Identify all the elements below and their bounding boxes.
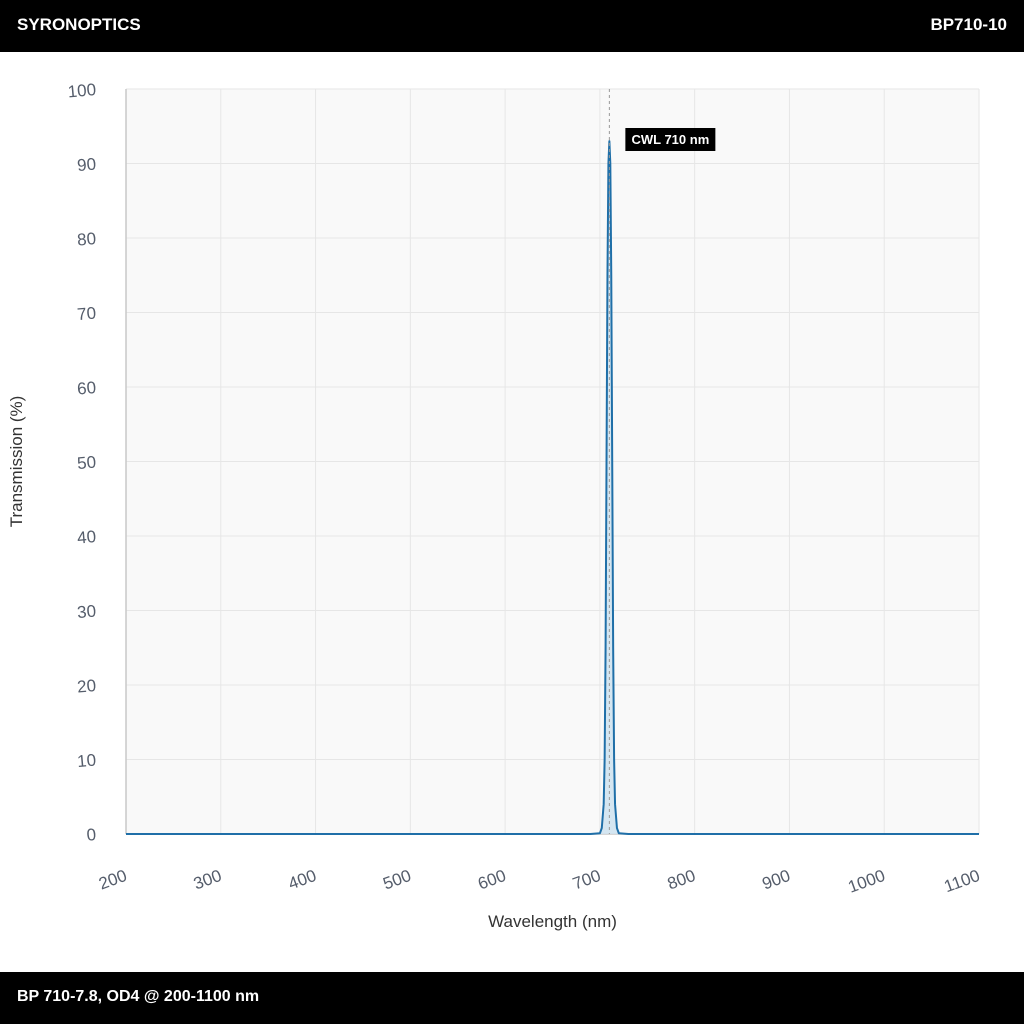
cwl-label: CWL 710 nm bbox=[631, 132, 709, 147]
x-tick-label: 1000 bbox=[846, 866, 888, 897]
y-tick-label: 50 bbox=[76, 453, 97, 474]
y-axis-label: Transmission (%) bbox=[7, 396, 26, 528]
footer-bar: BP 710-7.8, OD4 @ 200-1100 nm bbox=[0, 972, 1024, 1024]
x-tick-labels: 200 300 400 500 600 700 800 900 1000 1100 bbox=[96, 866, 982, 897]
x-axis-label: Wavelength (nm) bbox=[488, 912, 617, 931]
y-tick-label: 100 bbox=[67, 80, 97, 101]
header-bar: SYRONOPTICS BP710-10 bbox=[0, 0, 1024, 52]
y-tick-label: 10 bbox=[76, 751, 97, 772]
x-tick-label: 1100 bbox=[942, 866, 983, 896]
x-tick-label: 200 bbox=[96, 866, 129, 894]
product-description: BP 710-7.8, OD4 @ 200-1100 nm bbox=[17, 988, 260, 1005]
x-tick-label: 600 bbox=[475, 866, 508, 894]
y-tick-label: 90 bbox=[76, 155, 97, 176]
y-tick-labels: 0 10 20 30 40 50 60 70 80 90 100 bbox=[67, 80, 97, 845]
y-tick-label: 60 bbox=[76, 378, 97, 399]
x-tick-label: 900 bbox=[760, 866, 793, 894]
transmission-chart: 0 10 20 30 40 50 60 70 80 90 100 200 300 400 500 600 70… bbox=[7, 80, 982, 931]
part-number: BP710-10 bbox=[930, 15, 1007, 34]
y-tick-label: 80 bbox=[76, 229, 97, 250]
x-tick-label: 800 bbox=[665, 866, 698, 894]
y-tick-label: 40 bbox=[76, 527, 97, 548]
x-tick-label: 700 bbox=[570, 866, 603, 894]
x-tick-label: 400 bbox=[286, 866, 319, 894]
x-tick-label: 500 bbox=[381, 866, 414, 894]
y-tick-label: 0 bbox=[86, 825, 97, 845]
x-tick-label: 300 bbox=[191, 866, 224, 894]
brand-name: SYRONOPTICS bbox=[17, 15, 141, 34]
y-tick-label: 20 bbox=[76, 676, 97, 697]
y-tick-label: 30 bbox=[76, 602, 97, 623]
y-tick-label: 70 bbox=[76, 304, 97, 325]
